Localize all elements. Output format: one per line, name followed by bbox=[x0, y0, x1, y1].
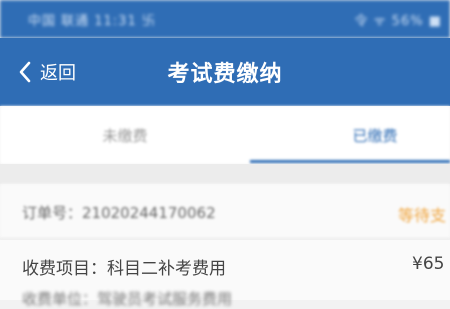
status-bar: 中国 联通 11:31 卐 令 ᯤ 56% ■ bbox=[0, 0, 450, 38]
fee-item-price: ¥65 bbox=[412, 254, 445, 274]
tab-bar: 未缴费 已缴费 bbox=[0, 106, 450, 164]
section-divider bbox=[0, 164, 450, 184]
tab-paid[interactable]: 已缴费 bbox=[250, 106, 450, 164]
order-number: 订单号：21020244170062 bbox=[22, 204, 216, 222]
status-bar-right: 令 ᯤ 56% ■ bbox=[354, 14, 442, 29]
order-header: 订单号：21020244170062 等待支 bbox=[0, 184, 450, 239]
fee-unit-label: 收费单位：驾驶员考试服务费用 bbox=[22, 290, 233, 308]
status-bar-left: 中国 联通 11:31 卐 bbox=[28, 14, 156, 29]
fee-item-label: 收费项目：科目二补考费用 bbox=[22, 259, 226, 279]
tab-unpaid[interactable]: 未缴费 bbox=[0, 106, 250, 164]
order-status-badge: 等待支 bbox=[398, 206, 447, 225]
active-tab-indicator bbox=[250, 160, 450, 163]
nav-bar: 返回 考试费缴纳 bbox=[0, 38, 450, 106]
page-title: 考试费缴纳 bbox=[167, 62, 283, 87]
fee-item-row[interactable]: 收费项目：科目二补考费用 ¥65 收费单位：驾驶员考试服务费用 bbox=[0, 240, 450, 308]
